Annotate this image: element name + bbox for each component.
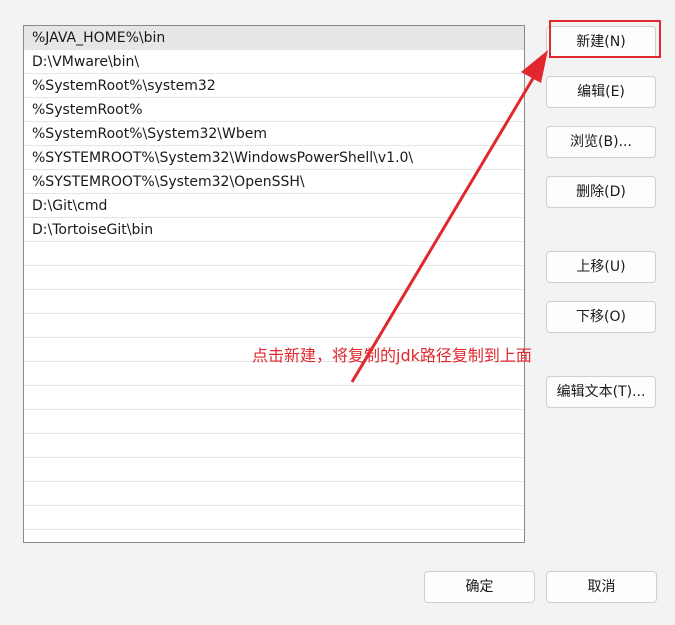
path-list-empty-row[interactable] — [24, 290, 524, 314]
ok-button[interactable]: 确定 — [424, 571, 535, 603]
edit-button[interactable]: 编辑(E) — [546, 76, 656, 108]
path-list-empty-row[interactable] — [24, 386, 524, 410]
browse-button[interactable]: 浏览(B)... — [546, 126, 656, 158]
path-list-item[interactable]: %SYSTEMROOT%\System32\WindowsPowerShell\… — [24, 146, 524, 170]
edit-environment-variable-dialog: %JAVA_HOME%\bin D:\VMware\bin\ %SystemRo… — [0, 0, 675, 625]
annotation-text: 点击新建，将复制的jdk路径复制到上面 — [252, 346, 532, 365]
path-list-empty-row[interactable] — [24, 506, 524, 530]
path-list-empty-row[interactable] — [24, 482, 524, 506]
path-list-item[interactable]: D:\VMware\bin\ — [24, 50, 524, 74]
path-list-item[interactable]: %SystemRoot%\System32\Wbem — [24, 122, 524, 146]
path-list-item[interactable]: D:\TortoiseGit\bin — [24, 218, 524, 242]
path-list-empty-row[interactable] — [24, 434, 524, 458]
path-list-empty-row[interactable] — [24, 314, 524, 338]
path-list-empty-row[interactable] — [24, 458, 524, 482]
cancel-button[interactable]: 取消 — [546, 571, 657, 603]
path-list-empty-row[interactable] — [24, 242, 524, 266]
path-list-item[interactable]: %SYSTEMROOT%\System32\OpenSSH\ — [24, 170, 524, 194]
path-list-item[interactable]: %SystemRoot%\system32 — [24, 74, 524, 98]
path-list-item[interactable]: %JAVA_HOME%\bin — [24, 26, 524, 50]
move-up-button[interactable]: 上移(U) — [546, 251, 656, 283]
path-list-item[interactable]: %SystemRoot% — [24, 98, 524, 122]
move-down-button[interactable]: 下移(O) — [546, 301, 656, 333]
path-list-empty-row[interactable] — [24, 266, 524, 290]
path-list[interactable]: %JAVA_HOME%\bin D:\VMware\bin\ %SystemRo… — [23, 25, 525, 543]
path-list-empty-row[interactable] — [24, 410, 524, 434]
new-button[interactable]: 新建(N) — [546, 26, 656, 58]
delete-button[interactable]: 删除(D) — [546, 176, 656, 208]
edit-text-button[interactable]: 编辑文本(T)... — [546, 376, 656, 408]
path-list-item[interactable]: D:\Git\cmd — [24, 194, 524, 218]
